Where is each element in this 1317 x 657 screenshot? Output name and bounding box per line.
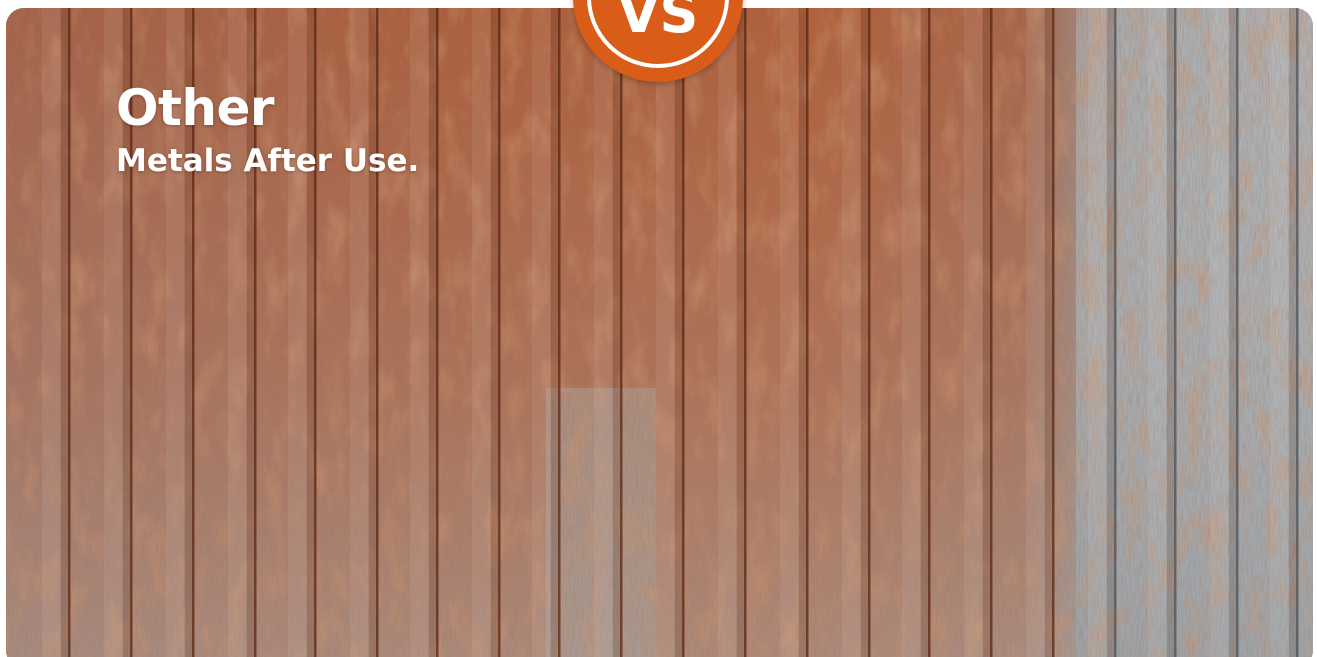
panel-subtitle: Metals After Use. <box>116 143 420 179</box>
corrugation-groove <box>1236 8 1239 657</box>
corrugation-shadow <box>675 8 682 657</box>
corrugation-shadow <box>613 8 620 657</box>
corrugation-shadow <box>1107 8 1114 657</box>
corrugation-groove <box>682 8 685 657</box>
corrugation-groove <box>744 8 747 657</box>
corrugation-highlight <box>656 8 674 657</box>
corrugation-shadow <box>921 8 928 657</box>
corrugation-groove <box>558 8 561 657</box>
corrugation-shadow <box>799 8 806 657</box>
corrugation-shadow <box>491 8 498 657</box>
corrugation-groove <box>1052 8 1055 657</box>
vs-badge-label: VS <box>617 0 699 45</box>
corrugation-highlight <box>1088 8 1106 657</box>
corrugation-highlight <box>1270 8 1288 657</box>
corrugation-groove <box>806 8 809 657</box>
corrugation-groove <box>868 8 871 657</box>
metal-panel-card: Other Metals After Use. <box>6 8 1313 657</box>
corrugation-shadow <box>61 8 68 657</box>
corrugation-shadow <box>1229 8 1236 657</box>
corrugation-groove <box>498 8 501 657</box>
corrugation-shadow <box>1289 8 1296 657</box>
corrugation-highlight <box>718 8 736 657</box>
corrugation-groove <box>620 8 623 657</box>
corrugation-highlight <box>842 8 860 657</box>
corrugation-groove <box>436 8 439 657</box>
corrugation-highlight <box>1148 8 1166 657</box>
corrugation-highlight <box>532 8 550 657</box>
corrugation-highlight <box>1210 8 1228 657</box>
corrugation-highlight <box>1026 8 1044 657</box>
corrugation-highlight <box>472 8 490 657</box>
corrugation-shadow <box>429 8 436 657</box>
corrugation-groove <box>1114 8 1117 657</box>
corrugation-highlight <box>780 8 798 657</box>
corrugation-highlight <box>594 8 612 657</box>
panel-title: Other <box>116 79 275 137</box>
corrugation-shadow <box>1167 8 1174 657</box>
corrugation-groove <box>1296 8 1299 657</box>
corrugation-highlight <box>964 8 982 657</box>
corrugation-highlight <box>42 8 60 657</box>
corrugation-highlight <box>902 8 920 657</box>
corrugation-shadow <box>551 8 558 657</box>
corrugation-shadow <box>1045 8 1052 657</box>
panel-caption: Other Metals After Use. <box>116 80 419 180</box>
corrugation-groove <box>68 8 71 657</box>
corrugation-groove <box>990 8 993 657</box>
corrugation-shadow <box>861 8 868 657</box>
corrugation-groove <box>1174 8 1177 657</box>
corrugation-shadow <box>983 8 990 657</box>
corrugation-groove <box>928 8 931 657</box>
comparison-graphic: Other Metals After Use. VS <box>0 0 1317 657</box>
corrugation-shadow <box>737 8 744 657</box>
